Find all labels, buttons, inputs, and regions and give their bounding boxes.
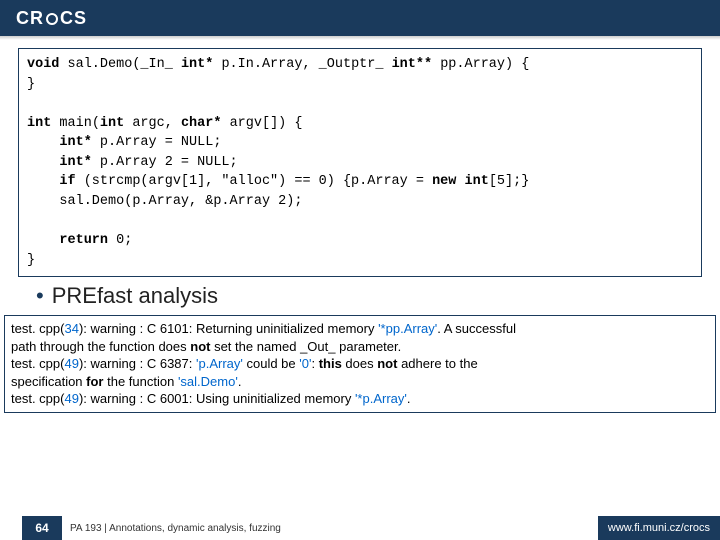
warn-kw: not [190, 339, 210, 354]
warn-kw: this [319, 356, 342, 371]
code-kw: return [59, 233, 108, 248]
page-number: 64 [22, 516, 62, 540]
warn-text: could be [243, 356, 299, 371]
code-text [27, 174, 59, 189]
code-text [456, 174, 464, 189]
warn-num: 49 [64, 391, 78, 406]
warn-str: 'p.Array' [196, 356, 243, 371]
code-text: [5];} [489, 174, 530, 189]
code-kw: int* [181, 57, 213, 72]
warn-str: '*pp.Array' [378, 321, 437, 336]
bullet-text: PREfast analysis [52, 283, 218, 308]
warn-text: . [407, 391, 411, 406]
code-text: p.Array 2 = NULL; [92, 155, 238, 170]
warn-text: . A successful [437, 321, 516, 336]
code-text: 0; [108, 233, 132, 248]
code-text: sal.Demo(_In_ [59, 57, 181, 72]
code-kw: int [100, 116, 124, 131]
logo: CRCS [16, 8, 87, 29]
bullet-heading: • PREfast analysis [36, 283, 702, 309]
code-text: main( [51, 116, 100, 131]
warn-text: ): warning : C 6101: Returning uninitial… [79, 321, 378, 336]
code-text: pp.Array) { [432, 57, 529, 72]
code-text: sal.Demo(p.Array, &p.Array 2); [27, 194, 302, 209]
warn-text: the function [104, 374, 178, 389]
warn-text: set the named _Out_ parameter. [210, 339, 401, 354]
code-kw: int* [59, 155, 91, 170]
code-text [27, 233, 59, 248]
warn-text: specification [11, 374, 86, 389]
code-kw: int [27, 116, 51, 131]
footer-url: www.fi.muni.cz/crocs [598, 516, 720, 540]
warn-num: 49 [64, 356, 78, 371]
code-block: void sal.Demo(_In_ int* p.In.Array, _Out… [18, 48, 702, 277]
code-kw: int* [59, 135, 91, 150]
warn-text: does [342, 356, 377, 371]
warn-kw: not [377, 356, 397, 371]
warn-text: ): warning : C 6387: [79, 356, 196, 371]
warn-str: 'sal.Demo' [178, 374, 238, 389]
code-text: argc, [124, 116, 181, 131]
warn-str: '0' [299, 356, 311, 371]
code-kw: if [59, 174, 75, 189]
footer: 64 PA 193 | Annotations, dynamic analysi… [0, 516, 720, 540]
logo-icon [46, 13, 58, 25]
warn-kw: for [86, 374, 103, 389]
warn-text: test. cpp( [11, 356, 64, 371]
code-kw: char* [181, 116, 222, 131]
code-text: } [27, 253, 35, 268]
warn-text: . [238, 374, 242, 389]
warnings-block: test. cpp(34): warning : C 6101: Returni… [4, 315, 716, 413]
code-text [27, 155, 59, 170]
code-kw: int [465, 174, 489, 189]
footer-text: PA 193 | Annotations, dynamic analysis, … [70, 523, 281, 534]
warn-text: : [311, 356, 318, 371]
warn-text: ): warning : C 6001: Using uninitialized… [79, 391, 355, 406]
bullet-dot: • [36, 283, 44, 308]
code-text: p.Array = NULL; [92, 135, 222, 150]
warn-str: '*p.Array' [355, 391, 407, 406]
header-bar: CRCS [0, 0, 720, 36]
code-text: p.In.Array, _Outptr_ [213, 57, 391, 72]
code-text: (strcmp(argv[1], "alloc") == 0) {p.Array… [76, 174, 432, 189]
warn-num: 34 [64, 321, 78, 336]
warn-text: adhere to the [397, 356, 477, 371]
code-kw: int** [392, 57, 433, 72]
code-text: } [27, 77, 35, 92]
warn-text: test. cpp( [11, 321, 64, 336]
code-kw: void [27, 57, 59, 72]
warn-text: test. cpp( [11, 391, 64, 406]
warn-text: path through the function does [11, 339, 190, 354]
code-text [27, 135, 59, 150]
header-divider [0, 36, 720, 40]
code-kw: new [432, 174, 456, 189]
code-text: argv[]) { [221, 116, 302, 131]
